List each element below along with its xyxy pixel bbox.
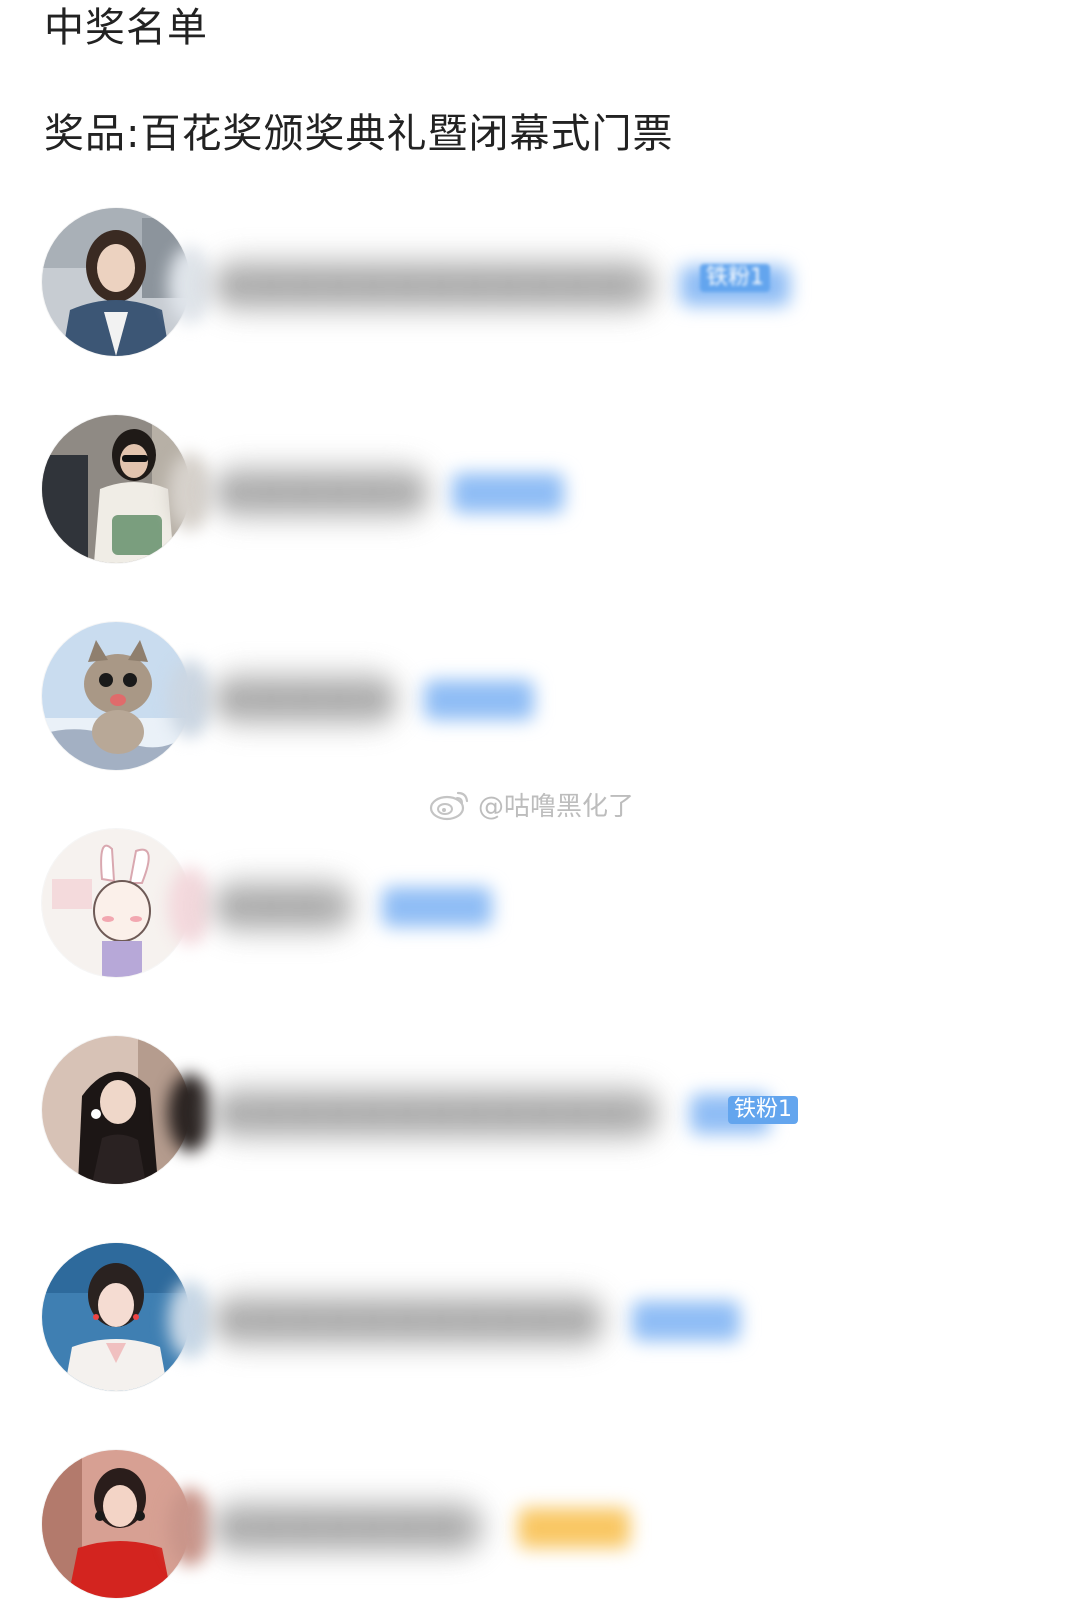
avatar-edge-blur bbox=[168, 1281, 212, 1359]
username-blurred[interactable] bbox=[210, 1084, 662, 1142]
fan-badge-label: 铁粉1 bbox=[700, 264, 770, 292]
winner-row[interactable]: 铁粉1 bbox=[0, 208, 1079, 358]
fan-badge-label: 铁粉1 bbox=[728, 1096, 798, 1124]
username-blurred[interactable] bbox=[210, 1498, 486, 1556]
avatar-edge-blur bbox=[168, 1488, 212, 1566]
avatar-edge-blur bbox=[168, 660, 212, 738]
username-blurred[interactable] bbox=[210, 256, 658, 314]
fan-level-badge bbox=[632, 1301, 740, 1341]
winner-row[interactable] bbox=[0, 829, 1079, 979]
fan-level-badge bbox=[424, 680, 534, 720]
avatar-edge-blur bbox=[168, 453, 212, 531]
fan-level-badge bbox=[518, 1508, 630, 1548]
avatar-edge-blur bbox=[168, 867, 212, 945]
winner-row[interactable]: 铁粉1 bbox=[0, 1036, 1079, 1186]
watermark-handle: @咕噜黑化了 bbox=[478, 791, 635, 822]
winner-row[interactable] bbox=[0, 415, 1079, 565]
username-blurred[interactable] bbox=[210, 670, 400, 728]
winner-row[interactable] bbox=[0, 1450, 1079, 1600]
username-blurred[interactable] bbox=[210, 463, 432, 521]
winner-row[interactable] bbox=[0, 1243, 1079, 1393]
weibo-logo-icon bbox=[429, 791, 469, 821]
winner-row[interactable] bbox=[0, 622, 1079, 772]
username-blurred[interactable] bbox=[210, 1291, 608, 1349]
fan-level-badge bbox=[452, 473, 564, 513]
avatar-edge-blur bbox=[168, 1074, 212, 1152]
username-blurred[interactable] bbox=[210, 877, 356, 935]
avatar-edge-blur bbox=[168, 246, 212, 324]
fan-level-badge bbox=[382, 887, 492, 927]
weibo-watermark: @咕噜黑化了 bbox=[428, 784, 634, 824]
